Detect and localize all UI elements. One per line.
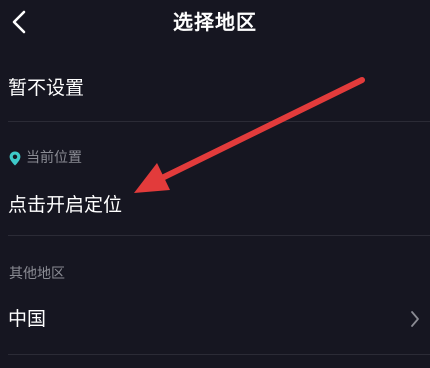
other-regions-section-label: 其他地区 xyxy=(9,266,65,282)
not-set-option[interactable]: 暂不设置 xyxy=(8,76,84,100)
annotation-arrow xyxy=(134,77,365,193)
chevron-right-icon xyxy=(411,311,419,327)
region-item-china[interactable]: 中国 xyxy=(8,307,46,331)
location-pin-icon xyxy=(9,151,21,166)
enable-location-button[interactable]: 点击开启定位 xyxy=(8,193,122,217)
divider xyxy=(8,354,430,355)
page-title: 选择地区 xyxy=(173,10,257,34)
divider xyxy=(8,121,430,122)
header-bar: 选择地区 xyxy=(0,0,430,46)
divider xyxy=(8,235,430,236)
current-location-section-label: 当前位置 xyxy=(26,150,82,166)
